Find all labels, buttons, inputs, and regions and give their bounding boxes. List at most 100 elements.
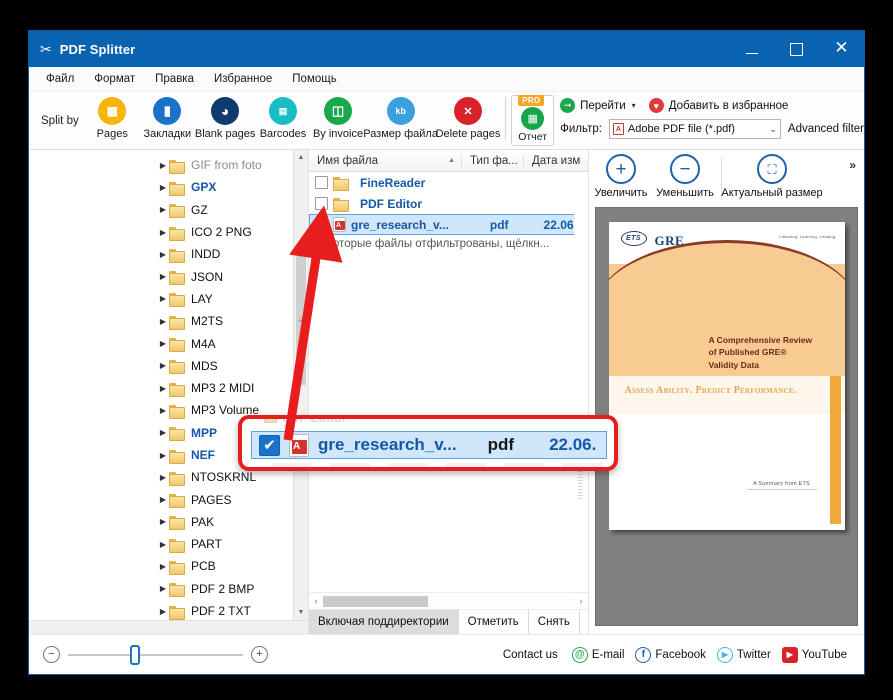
hscroll-track[interactable]	[323, 595, 574, 607]
delete-pages-button[interactable]: ✕ Delete pages	[436, 92, 500, 140]
zoom-out-icon[interactable]: −	[43, 646, 60, 663]
chevron-right-icon[interactable]: ▶	[157, 607, 169, 616]
select-all-button[interactable]: Отметить	[459, 610, 529, 634]
chevron-right-icon[interactable]: ▶	[157, 384, 169, 393]
chevron-right-icon[interactable]: ▶	[157, 584, 169, 593]
file-list-rows[interactable]: FineReader PDF Editor ✔ A gre_research_v…	[309, 172, 588, 592]
tree-item[interactable]: ▶ M4A	[29, 332, 308, 354]
column-header-date[interactable]: Дата изм	[523, 154, 588, 167]
menu-item-edit[interactable]: Правка	[146, 70, 203, 88]
menu-item-help[interactable]: Помощь	[283, 70, 345, 88]
tree-item[interactable]: ▶ ICO 2 PNG	[29, 221, 308, 243]
tree-scroll-thumb[interactable]: ≡	[296, 255, 306, 385]
file-list-horizontal-scrollbar[interactable]: ‹ ›	[309, 592, 588, 609]
split-by-blank-pages-button[interactable]: ◕ Blank pages	[195, 92, 255, 140]
chevron-right-icon[interactable]: ▶	[157, 473, 169, 482]
tree-item[interactable]: ▶ PCB	[29, 555, 308, 577]
folder-tree[interactable]: ▶ GIF from foto ▶ GPX ▶ GZ ▶ ICO 2 PNG ▶…	[29, 150, 308, 620]
row-checkbox[interactable]	[315, 197, 328, 210]
chevron-right-icon[interactable]: ▶	[157, 339, 169, 348]
row-checkbox-checked[interactable]: ✔	[259, 434, 280, 456]
close-button[interactable]: ✕	[819, 31, 864, 67]
zoom-slider-thumb[interactable]	[130, 644, 140, 665]
chevron-right-icon[interactable]: ▶	[157, 294, 169, 303]
split-by-pages-button[interactable]: ▦ Pages	[85, 92, 140, 140]
chevron-right-icon[interactable]: ▶	[157, 317, 169, 326]
filter-notice[interactable]: некоторые файлы отфильтрованы, щёлкн...	[309, 235, 588, 250]
filter-select[interactable]: A Adobe PDF file (*.pdf) ⌄	[608, 119, 781, 139]
chevron-right-icon[interactable]: ▶	[157, 406, 169, 415]
chevron-right-icon[interactable]: ▶	[157, 361, 169, 370]
hscroll-thumb[interactable]	[323, 595, 428, 607]
split-by-barcodes-button[interactable]: ▤ Barcodes	[255, 92, 310, 140]
zoom-out-button[interactable]: − Уменьшить	[653, 154, 717, 199]
tree-item[interactable]: ▶ PAGES	[29, 488, 308, 510]
youtube-link[interactable]: YouTube	[802, 649, 847, 661]
chevron-right-icon[interactable]: ▶	[157, 161, 169, 170]
table-row[interactable]: FineReader	[309, 172, 588, 193]
chevron-right-icon[interactable]: ▶	[157, 562, 169, 571]
tree-horizontal-scrollbar[interactable]	[29, 620, 308, 634]
tree-item[interactable]: ▶ PDF 2 BMP	[29, 578, 308, 600]
chevron-right-icon[interactable]: ▶	[157, 205, 169, 214]
zoom-in-icon[interactable]: +	[251, 646, 268, 663]
menu-item-file[interactable]: Файл	[37, 70, 83, 88]
chevron-right-icon[interactable]: ▶	[157, 517, 169, 526]
chevron-right-icon[interactable]: ▶	[157, 272, 169, 281]
minimize-button[interactable]	[729, 31, 774, 67]
scroll-up-icon[interactable]: ▲	[294, 150, 308, 165]
file-list-vertical-scrollbar[interactable]	[574, 194, 588, 550]
tree-item[interactable]: ▶ PAK	[29, 511, 308, 533]
chevron-right-icon[interactable]: ▶	[157, 428, 169, 437]
tree-item[interactable]: ▶ MP3 2 MIDI	[29, 377, 308, 399]
menu-item-format[interactable]: Формат	[85, 70, 144, 88]
goto-label[interactable]: Перейти	[580, 100, 626, 112]
split-by-file-size-button[interactable]: kb Размер файла	[363, 92, 438, 140]
scroll-left-icon[interactable]: ‹	[309, 596, 323, 606]
facebook-link[interactable]: Facebook	[655, 649, 706, 661]
chevron-right-icon[interactable]: ▶	[157, 540, 169, 549]
twitter-link[interactable]: Twitter	[737, 649, 771, 661]
scroll-right-icon[interactable]: ›	[574, 596, 588, 606]
tree-item[interactable]: ▶ GIF from foto	[29, 154, 308, 176]
chevron-right-icon[interactable]: ▶	[157, 228, 169, 237]
tree-item[interactable]: ▶ PART	[29, 533, 308, 555]
scroll-down-icon[interactable]: ▼	[294, 605, 308, 620]
deselect-all-button[interactable]: Снять	[529, 610, 580, 634]
report-button[interactable]: PRO ▦ Отчет	[511, 95, 555, 146]
column-header-name[interactable]: Имя файла ▲	[309, 155, 461, 167]
email-link[interactable]: E-mail	[592, 649, 625, 661]
include-subdirectories-button[interactable]: Включая поддиректории	[309, 610, 459, 634]
actual-size-button[interactable]: ⛶ Актуальный размер	[721, 154, 823, 199]
zoom-in-button[interactable]: + Увеличить	[589, 154, 653, 199]
add-to-favorites-label[interactable]: Добавить в избранное	[669, 100, 789, 112]
tree-item[interactable]: ▶ INDD	[29, 243, 308, 265]
tree-vertical-scrollbar[interactable]: ▲ ≡ ▼	[293, 150, 308, 620]
row-checkbox-checked[interactable]: ✔	[315, 218, 328, 231]
chevron-right-icon[interactable]: ▶	[157, 495, 169, 504]
tree-item[interactable]: ▶ GZ	[29, 199, 308, 221]
split-by-bookmarks-button[interactable]: ▮ Закладки	[140, 92, 195, 140]
menu-item-favorites[interactable]: Избранное	[205, 70, 281, 88]
tree-item[interactable]: ▶ LAY	[29, 288, 308, 310]
table-row-selected[interactable]: ✔ A gre_research_v... pdf 22.06.	[309, 214, 585, 235]
tree-item[interactable]: ▶ PDF 2 TXT	[29, 600, 308, 620]
split-by-invoice-button[interactable]: ◫ By invoice	[311, 92, 366, 140]
chevron-right-icon[interactable]: ▶	[157, 183, 169, 192]
column-header-type[interactable]: Тип фа...	[461, 154, 523, 167]
tree-item[interactable]: ▶ JSON	[29, 265, 308, 287]
maximize-button[interactable]	[774, 31, 819, 67]
zoom-slider-track[interactable]	[68, 644, 243, 665]
table-row[interactable]: PDF Editor	[309, 193, 588, 214]
tree-item[interactable]: ▶ M2TS	[29, 310, 308, 332]
chevron-right-icon[interactable]: ▶	[157, 250, 169, 259]
pdf-page-preview[interactable]: ETS GRE Listening. Learning. Leading. A …	[608, 222, 845, 530]
tree-item[interactable]: ▶ MDS	[29, 355, 308, 377]
callout-selected-row[interactable]: ✔ A gre_research_v... pdf 22.06.	[251, 431, 607, 459]
advanced-filter-link[interactable]: Advanced filter	[788, 123, 864, 135]
chevron-right-icon[interactable]: ▶	[157, 451, 169, 460]
chevron-down-icon[interactable]: ▾	[632, 101, 636, 110]
row-checkbox[interactable]	[315, 176, 328, 189]
tree-item[interactable]: ▶ GPX	[29, 176, 308, 198]
toolbar-overflow-button[interactable]: »	[849, 158, 856, 172]
